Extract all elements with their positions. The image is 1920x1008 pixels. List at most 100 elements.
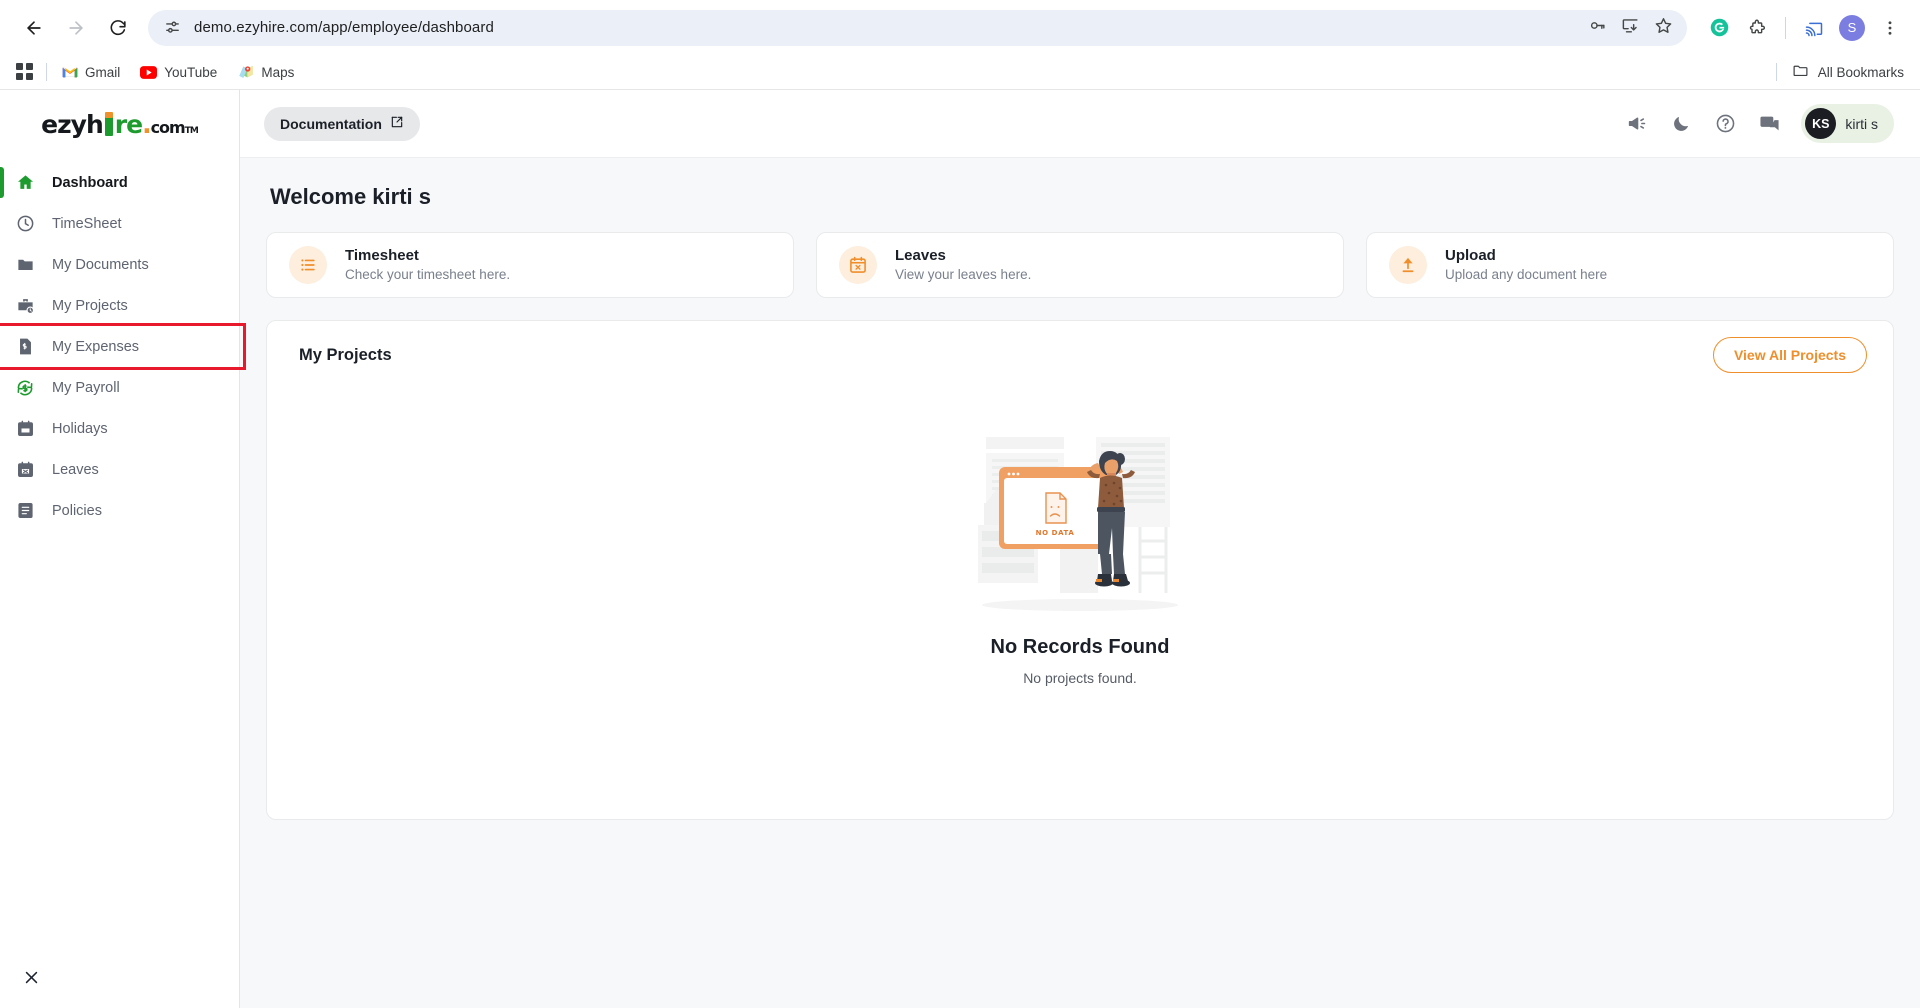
sidebar-item-label: My Expenses: [52, 338, 140, 355]
sidebar-item-my-projects[interactable]: My Projects: [0, 285, 239, 326]
logo-part2: re: [114, 109, 143, 139]
brand-logo[interactable]: ezyh re. com TM: [0, 90, 239, 158]
empty-state-subtitle: No projects found.: [1023, 670, 1137, 686]
cast-icon[interactable]: [1798, 12, 1830, 44]
grammarly-icon[interactable]: [1703, 12, 1735, 44]
youtube-icon: [140, 64, 158, 81]
url-text: demo.ezyhire.com/app/employee/dashboard: [194, 19, 494, 36]
sidebar-item-my-payroll[interactable]: My Payroll: [0, 367, 239, 408]
site-settings-icon[interactable]: [162, 18, 182, 38]
bookmark-label: Maps: [261, 64, 295, 80]
upload-icon: [1389, 246, 1427, 284]
browser-window: demo.ezyhire.com/app/employee/dashboard: [0, 0, 1920, 1008]
sidebar-item-dashboard[interactable]: Dashboard: [0, 162, 239, 203]
chrome-profile-avatar[interactable]: S: [1836, 12, 1868, 44]
bookmark-youtube[interactable]: YouTube: [140, 64, 217, 81]
clock-icon: [14, 213, 36, 235]
card-text: Timesheet Check your timesheet here.: [345, 246, 510, 284]
card-subtitle: View your leaves here.: [895, 267, 1032, 283]
quick-action-cards: Timesheet Check your timesheet here. Lea…: [266, 232, 1894, 298]
documentation-button[interactable]: Documentation: [264, 106, 420, 141]
sidebar-footer: [0, 964, 239, 1008]
bookmark-gmail[interactable]: Gmail: [61, 64, 120, 81]
profile-initial: S: [1839, 14, 1865, 41]
right-divider: [1775, 63, 1777, 81]
sidebar-item-label: Dashboard: [52, 174, 128, 191]
page-content: Welcome kirti s Timesheet Check your tim…: [240, 158, 1920, 1008]
logo-part1: ezyh: [41, 109, 104, 139]
sidebar-item-label: My Payroll: [52, 379, 120, 396]
sidebar-item-timesheet[interactable]: TimeSheet: [0, 203, 239, 244]
install-app-icon[interactable]: [1621, 16, 1640, 40]
home-icon: [14, 172, 36, 194]
user-menu[interactable]: KS kirti s: [1801, 104, 1894, 143]
documentation-label: Documentation: [280, 115, 382, 132]
gmail-icon: [61, 64, 78, 81]
card-upload[interactable]: Upload Upload any document here: [1366, 232, 1894, 298]
user-name: kirti s: [1845, 115, 1878, 132]
close-icon[interactable]: [18, 964, 44, 990]
empty-state-title: No Records Found: [990, 636, 1170, 658]
my-projects-panel: My Projects View All Projects NO DATA No…: [266, 320, 1894, 820]
panel-body: NO DATA No Records Found No projects fou…: [267, 389, 1893, 819]
back-button[interactable]: [14, 8, 54, 48]
sidebar-item-label: My Documents: [52, 256, 149, 273]
calendar-x-icon: [14, 459, 36, 481]
forward-button[interactable]: [56, 8, 96, 48]
logo-dot: .: [142, 109, 151, 139]
panel-header: My Projects View All Projects: [267, 321, 1893, 389]
card-title: Leaves: [895, 246, 946, 264]
card-text: Leaves View your leaves here.: [895, 246, 1031, 284]
briefcase-icon: [14, 295, 36, 317]
navigation-buttons: [14, 8, 138, 48]
empty-state-illustration: NO DATA: [968, 415, 1193, 620]
reload-button[interactable]: [98, 8, 138, 48]
bookmark-maps[interactable]: Maps: [237, 64, 294, 81]
calendar-x-icon: [839, 246, 877, 284]
passwords-icon[interactable]: [1588, 16, 1607, 40]
logo-tm: TM: [184, 125, 199, 136]
all-bookmarks-button[interactable]: All Bookmarks: [1775, 62, 1904, 82]
card-subtitle: Check your timesheet here.: [345, 267, 511, 283]
apps-grid-icon[interactable]: [16, 63, 34, 81]
view-all-projects-button[interactable]: View All Projects: [1712, 337, 1867, 373]
bookmark-label: Gmail: [85, 64, 121, 80]
page-title: Welcome kirti s: [270, 184, 431, 209]
card-text: Upload Upload any document here: [1445, 246, 1607, 284]
main-area: Documentation KS kirti s Welcome kirti s…: [240, 90, 1920, 1008]
card-leaves[interactable]: Leaves View your leaves here.: [816, 232, 1344, 298]
bookmarks-divider: [46, 63, 47, 81]
card-timesheet[interactable]: Timesheet Check your timesheet here.: [266, 232, 794, 298]
maps-icon: [237, 64, 254, 81]
extensions-puzzle-icon[interactable]: [1741, 12, 1773, 44]
chat-icon[interactable]: [1757, 112, 1781, 136]
sidebar-item-leaves[interactable]: Leaves: [0, 449, 239, 490]
omnibox-actions: [1588, 16, 1673, 40]
card-title: Upload: [1445, 246, 1496, 264]
chrome-menu-icon[interactable]: [1874, 12, 1906, 44]
money-icon: [14, 377, 36, 399]
dark-mode-moon-icon[interactable]: [1669, 112, 1693, 136]
help-icon[interactable]: [1713, 112, 1737, 136]
sidebar-item-policies[interactable]: Policies: [0, 490, 239, 531]
logo-text: ezyh re. com TM: [41, 109, 199, 139]
sidebar-item-label: Policies: [52, 502, 102, 519]
browser-toolbar: demo.ezyhire.com/app/employee/dashboard: [0, 0, 1920, 55]
calendar-icon: [14, 418, 36, 440]
sidebar-item-my-expenses[interactable]: My Expenses: [0, 323, 246, 370]
panel-title: My Projects: [299, 345, 392, 364]
all-bookmarks-label: All Bookmarks: [1817, 64, 1904, 80]
announcement-icon[interactable]: [1625, 112, 1649, 136]
app-header: Documentation KS kirti s: [240, 90, 1920, 158]
sidebar-item-holidays[interactable]: Holidays: [0, 408, 239, 449]
sidebar-item-label: My Projects: [52, 297, 128, 314]
logo-com: com: [150, 117, 186, 137]
application-root: ezyh re. com TM Dashboard TimeSheet My D…: [0, 89, 1920, 1008]
folder-icon: [1792, 62, 1809, 82]
list-icon: [289, 246, 327, 284]
sidebar-item-my-documents[interactable]: My Documents: [0, 244, 239, 285]
bookmark-star-icon[interactable]: [1654, 16, 1673, 40]
card-subtitle: Upload any document here: [1445, 267, 1608, 283]
header-actions: KS kirti s: [1625, 104, 1894, 143]
address-bar[interactable]: demo.ezyhire.com/app/employee/dashboard: [148, 9, 1687, 46]
